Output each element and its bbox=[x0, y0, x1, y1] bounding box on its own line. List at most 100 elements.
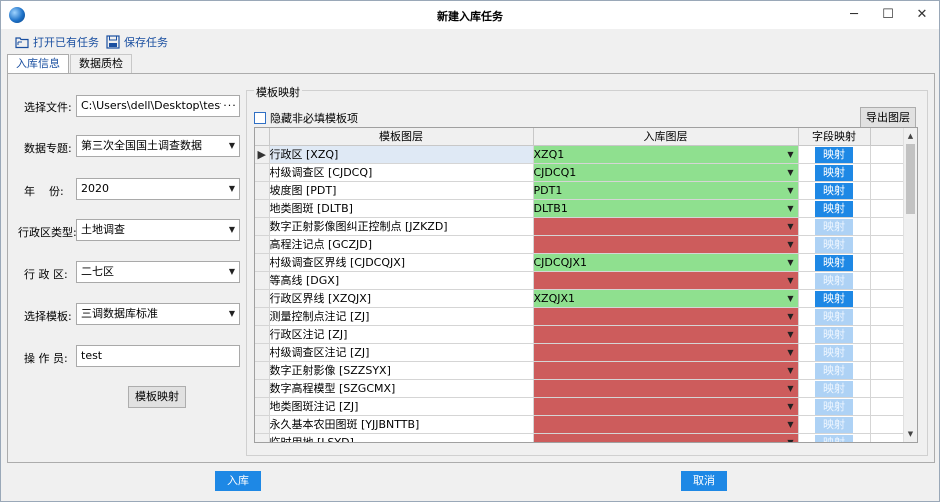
field-map-button[interactable]: 映射 bbox=[815, 182, 853, 198]
row-selector[interactable] bbox=[255, 361, 270, 380]
checkbox-box[interactable] bbox=[254, 112, 266, 124]
row-selector[interactable] bbox=[255, 325, 270, 344]
storage-layer-select[interactable]: XZQ1 ▼ bbox=[533, 145, 799, 164]
table-row[interactable]: 地类图斑注记 [ZJ] ▼ 映射 bbox=[255, 397, 904, 416]
table-row[interactable]: 等高线 [DGX] ▼ 映射 bbox=[255, 271, 904, 290]
table-row[interactable]: 永久基本农田图斑 [YJJBNTTB] ▼ 映射 bbox=[255, 415, 904, 434]
storage-layer-select[interactable]: ▼ bbox=[533, 235, 799, 254]
operator-label: 操 作 员: bbox=[24, 352, 68, 365]
storage-layer-select[interactable]: ▼ bbox=[533, 361, 799, 380]
row-selector[interactable] bbox=[255, 307, 270, 326]
row-filler bbox=[870, 343, 904, 362]
cancel-button[interactable]: 取消 bbox=[681, 471, 727, 491]
template-label: 选择模板: bbox=[24, 310, 72, 323]
row-selector[interactable] bbox=[255, 433, 270, 442]
title-bar[interactable]: 新建入库任务 ─ ☐ ✕ bbox=[1, 1, 939, 29]
field-map-button: 映射 bbox=[815, 326, 853, 342]
field-map-button[interactable]: 映射 bbox=[815, 146, 853, 162]
row-selector[interactable] bbox=[255, 235, 270, 254]
district-select[interactable]: 二七区 ▼ bbox=[76, 261, 240, 283]
storage-layer-select[interactable]: ▼ bbox=[533, 343, 799, 362]
template-layer-cell: 永久基本农田图斑 [YJJBNTTB] bbox=[269, 415, 534, 434]
storage-layer-select[interactable]: ▼ bbox=[533, 433, 799, 442]
table-row[interactable]: 数字高程模型 [SZGCMX] ▼ 映射 bbox=[255, 379, 904, 398]
field-map-button[interactable]: 映射 bbox=[815, 164, 853, 180]
year-select[interactable]: 2020 ▼ bbox=[76, 178, 240, 200]
table-row[interactable]: 测量控制点注记 [ZJ] ▼ 映射 bbox=[255, 307, 904, 326]
template-map-button[interactable]: 模板映射 bbox=[128, 386, 186, 408]
table-row[interactable]: 临时用地 [LSYD] ▼ 映射 bbox=[255, 433, 904, 442]
minimize-button[interactable]: ─ bbox=[837, 1, 871, 29]
scroll-up-icon[interactable]: ▲ bbox=[904, 129, 917, 143]
row-selector[interactable] bbox=[255, 397, 270, 416]
field-map-button[interactable]: 映射 bbox=[815, 254, 853, 270]
chevron-down-icon: ▼ bbox=[787, 347, 794, 357]
storage-layer-select[interactable]: CJDCQJX1 ▼ bbox=[533, 253, 799, 272]
template-select[interactable]: 三调数据库标准 ▼ bbox=[76, 303, 240, 325]
row-selector[interactable] bbox=[255, 343, 270, 362]
storage-layer-select[interactable]: DLTB1 ▼ bbox=[533, 199, 799, 218]
column-header-template-layer[interactable]: 模板图层 bbox=[269, 128, 534, 146]
storage-layer-select[interactable]: ▼ bbox=[533, 379, 799, 398]
confirm-storage-button[interactable]: 入库 bbox=[215, 471, 261, 491]
tab-quality-check[interactable]: 数据质检 bbox=[70, 54, 132, 74]
table-row[interactable]: 村级调查区 [CJDCQ] CJDCQ1 ▼ 映射 bbox=[255, 163, 904, 182]
table-row[interactable]: 行政区注记 [ZJ] ▼ 映射 bbox=[255, 325, 904, 344]
storage-layer-select[interactable]: CJDCQ1 ▼ bbox=[533, 163, 799, 182]
table-row[interactable]: 村级调查区注记 [ZJ] ▼ 映射 bbox=[255, 343, 904, 362]
storage-layer-select[interactable]: XZQJX1 ▼ bbox=[533, 289, 799, 308]
topic-select[interactable]: 第三次全国国土调查数据 ▼ bbox=[76, 135, 240, 157]
row-selector[interactable] bbox=[255, 181, 270, 200]
table-row[interactable]: 行政区界线 [XZQJX] XZQJX1 ▼ 映射 bbox=[255, 289, 904, 308]
vertical-scrollbar[interactable]: ▲ ▼ bbox=[903, 128, 917, 442]
storage-layer-select[interactable]: ▼ bbox=[533, 307, 799, 326]
row-selector[interactable]: ▶ bbox=[255, 145, 270, 164]
tab-strip: 入库信息 数据质检 bbox=[7, 54, 133, 75]
window-title: 新建入库任务 bbox=[437, 10, 503, 23]
column-header-field-mapping[interactable]: 字段映射 bbox=[798, 128, 871, 146]
row-selector[interactable] bbox=[255, 289, 270, 308]
field-map-button[interactable]: 映射 bbox=[815, 200, 853, 216]
hide-optional-checkbox[interactable]: 隐藏非必填模板项 bbox=[254, 110, 358, 126]
save-task-button[interactable]: 保存任务 bbox=[106, 33, 168, 51]
storage-layer-select[interactable]: ▼ bbox=[533, 397, 799, 416]
row-selector[interactable] bbox=[255, 217, 270, 236]
export-layers-button[interactable]: 导出图层 bbox=[860, 107, 916, 129]
district-type-select[interactable]: 土地调查 ▼ bbox=[76, 219, 240, 241]
row-selector[interactable] bbox=[255, 253, 270, 272]
table-row[interactable]: ▶ 行政区 [XZQ] XZQ1 ▼ 映射 bbox=[255, 145, 904, 164]
tab-storage-info[interactable]: 入库信息 bbox=[7, 54, 69, 75]
row-filler bbox=[870, 433, 904, 442]
column-header-storage-layer[interactable]: 入库图层 bbox=[533, 128, 799, 146]
file-path-field[interactable]: C:\Users\dell\Desktop\testData... ··· bbox=[76, 95, 240, 117]
row-selector[interactable] bbox=[255, 415, 270, 434]
chevron-down-icon: ▼ bbox=[787, 185, 794, 195]
close-button[interactable]: ✕ bbox=[905, 1, 939, 29]
browse-file-button[interactable]: ··· bbox=[221, 96, 239, 116]
field-mapping-cell: 映射 bbox=[798, 271, 871, 290]
storage-layer-select[interactable]: ▼ bbox=[533, 217, 799, 236]
table-row[interactable]: 数字正射影像图纠正控制点 [JZKZD] ▼ 映射 bbox=[255, 217, 904, 236]
table-row[interactable]: 高程注记点 [GCZJD] ▼ 映射 bbox=[255, 235, 904, 254]
scroll-down-icon[interactable]: ▼ bbox=[904, 427, 917, 441]
field-map-button[interactable]: 映射 bbox=[815, 290, 853, 306]
row-selector[interactable] bbox=[255, 199, 270, 218]
storage-layer-select[interactable]: ▼ bbox=[533, 271, 799, 290]
storage-layer-select[interactable]: ▼ bbox=[533, 415, 799, 434]
table-row[interactable]: 村级调查区界线 [CJDCQJX] CJDCQJX1 ▼ 映射 bbox=[255, 253, 904, 272]
maximize-button[interactable]: ☐ bbox=[871, 1, 905, 29]
table-row[interactable]: 坡度图 [PDT] PDT1 ▼ 映射 bbox=[255, 181, 904, 200]
table-header-row: 模板图层 入库图层 字段映射 bbox=[255, 128, 904, 146]
table-row[interactable]: 数字正射影像 [SZZSYX] ▼ 映射 bbox=[255, 361, 904, 380]
field-mapping-cell: 映射 bbox=[798, 145, 871, 164]
storage-layer-select[interactable]: PDT1 ▼ bbox=[533, 181, 799, 200]
chevron-down-icon: ▼ bbox=[228, 184, 235, 193]
storage-layer-select[interactable]: ▼ bbox=[533, 325, 799, 344]
row-selector[interactable] bbox=[255, 271, 270, 290]
table-row[interactable]: 地类图斑 [DLTB] DLTB1 ▼ 映射 bbox=[255, 199, 904, 218]
scrollbar-thumb[interactable] bbox=[906, 144, 915, 214]
operator-field[interactable]: test bbox=[76, 345, 240, 367]
row-selector[interactable] bbox=[255, 163, 270, 182]
open-task-button[interactable]: 打开已有任务 bbox=[15, 33, 99, 51]
row-selector[interactable] bbox=[255, 379, 270, 398]
